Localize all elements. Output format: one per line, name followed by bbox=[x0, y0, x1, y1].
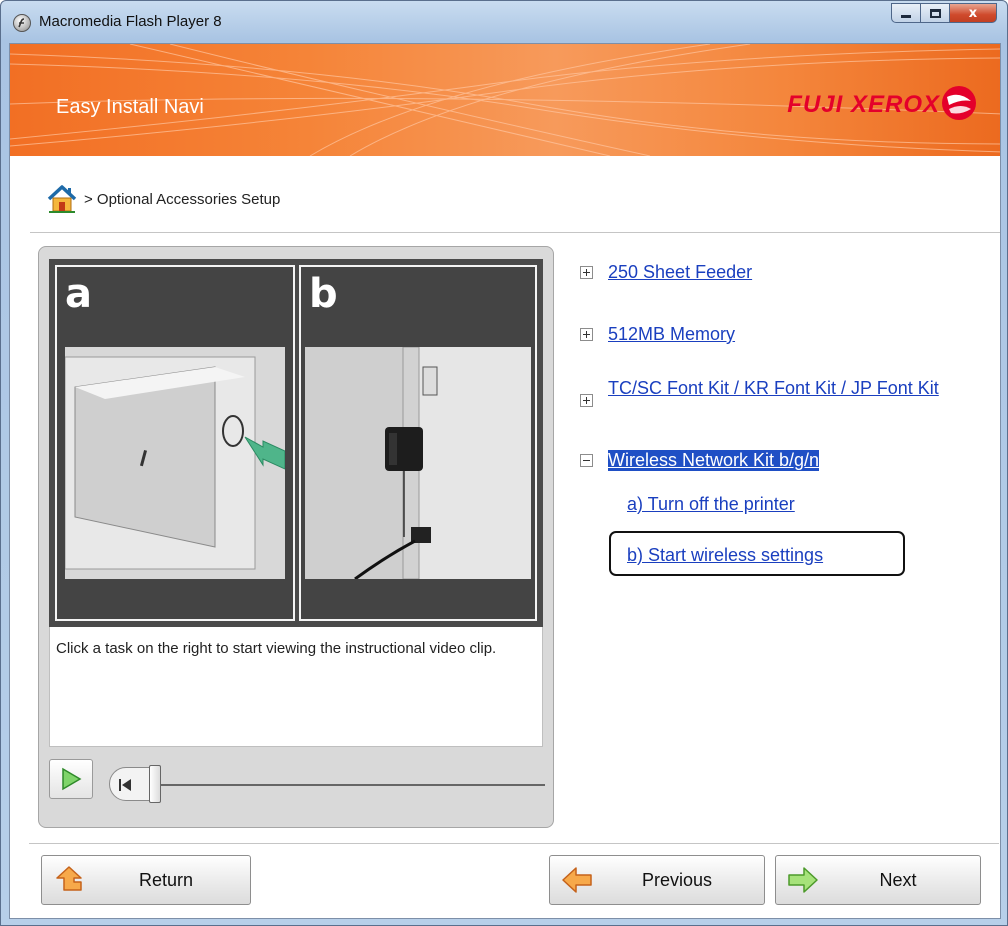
video-frame-b: b bbox=[299, 265, 537, 621]
home-icon[interactable] bbox=[46, 183, 78, 215]
close-button[interactable]: x bbox=[949, 3, 997, 23]
next-button[interactable]: Next bbox=[775, 855, 981, 905]
caption-buttons: x bbox=[891, 3, 997, 23]
video-display: a b bbox=[49, 259, 543, 627]
flash-player-icon bbox=[13, 14, 31, 32]
app-title: Easy Install Navi bbox=[56, 96, 204, 118]
video-controls bbox=[49, 755, 545, 815]
video-caption: Click a task on the right to start viewi… bbox=[49, 627, 543, 747]
flash-player-window: Macromedia Flash Player 8 x Easy Install… bbox=[0, 0, 1008, 926]
printer-adapter-image bbox=[305, 347, 531, 579]
expand-icon[interactable] bbox=[580, 328, 593, 341]
previous-button-label: Previous bbox=[641, 869, 713, 890]
power-switch-image bbox=[65, 347, 285, 579]
brand-name: FUJI XEROX bbox=[787, 91, 940, 118]
maximize-icon bbox=[929, 8, 941, 18]
minimize-button[interactable] bbox=[891, 3, 920, 23]
client-area: Easy Install Navi FUJI XEROX > Optional … bbox=[9, 43, 1001, 919]
collapse-icon[interactable] bbox=[580, 454, 593, 467]
frame-label-b: b bbox=[309, 271, 338, 317]
previous-button[interactable]: Previous bbox=[549, 855, 765, 905]
task-item-512mb-memory: 512MB Memory bbox=[580, 324, 735, 345]
task-link-250-sheet-feeder[interactable]: 250 Sheet Feeder bbox=[608, 262, 752, 283]
subtask-link-turn-off-printer[interactable]: a) Turn off the printer bbox=[627, 494, 795, 515]
bottom-divider bbox=[29, 843, 999, 844]
next-button-label: Next bbox=[879, 869, 917, 890]
frame-label-a: a bbox=[65, 271, 92, 317]
rewind-to-start-icon[interactable] bbox=[115, 775, 137, 795]
task-link-512mb-memory[interactable]: 512MB Memory bbox=[608, 324, 735, 345]
video-frame-a: a bbox=[55, 265, 295, 621]
video-panel: a b Click a task on the right to start v… bbox=[38, 246, 554, 828]
breadcrumb: > Optional Accessories Setup bbox=[46, 184, 280, 214]
maximize-button[interactable] bbox=[920, 3, 949, 23]
task-link-wireless-network-kit[interactable]: Wireless Network Kit b/g/n bbox=[608, 450, 820, 471]
expand-icon[interactable] bbox=[580, 394, 593, 407]
play-icon bbox=[62, 767, 82, 791]
title-bar[interactable]: Macromedia Flash Player 8 x bbox=[1, 1, 1007, 43]
fuji-xerox-logo-icon bbox=[942, 86, 976, 120]
expand-icon[interactable] bbox=[580, 266, 593, 279]
seek-track[interactable] bbox=[137, 784, 545, 786]
return-button-label: Return bbox=[138, 869, 194, 890]
seek-slider-handle[interactable] bbox=[149, 765, 161, 803]
task-link-font-kit[interactable]: TC/SC Font Kit / KR Font Kit / JP Font K… bbox=[608, 378, 939, 399]
window-title: Macromedia Flash Player 8 bbox=[39, 13, 222, 30]
breadcrumb-text: > Optional Accessories Setup bbox=[84, 190, 281, 208]
breadcrumb-divider bbox=[30, 232, 1000, 233]
highlight-outline bbox=[609, 531, 905, 576]
task-item-wireless-network-kit: Wireless Network Kit b/g/n bbox=[580, 450, 820, 471]
task-item-250-sheet-feeder: 250 Sheet Feeder bbox=[580, 262, 752, 283]
header-banner: Easy Install Navi FUJI XEROX bbox=[10, 44, 1000, 156]
return-button[interactable]: Return bbox=[41, 855, 251, 905]
play-button[interactable] bbox=[49, 759, 93, 799]
minimize-icon bbox=[901, 14, 911, 18]
close-icon: x bbox=[968, 5, 978, 21]
task-item-font-kit: TC/SC Font Kit / KR Font Kit / JP Font K… bbox=[580, 378, 972, 407]
